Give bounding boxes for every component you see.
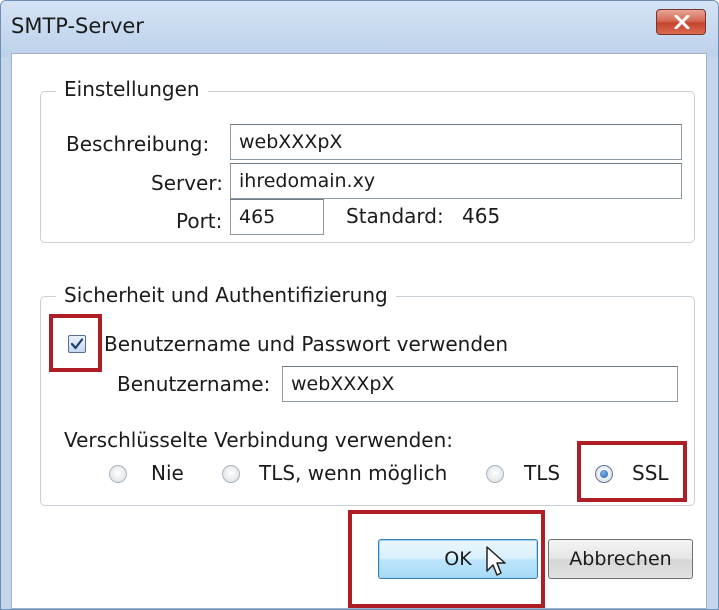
dialog-content: Einstellungen Beschreibung: Server: Port…	[11, 53, 707, 609]
radio-never-label[interactable]: Nie	[151, 461, 184, 485]
username-field[interactable]	[282, 366, 678, 402]
window-title: SMTP-Server	[11, 14, 144, 38]
highlight-ssl	[577, 441, 687, 502]
username-label: Benutzername:	[117, 372, 271, 396]
use-credentials-label[interactable]: Benutzername und Passwort verwenden	[104, 332, 508, 356]
radio-tls-if-possible[interactable]	[222, 465, 240, 483]
close-icon	[674, 15, 690, 29]
radio-tls-label[interactable]: TLS	[524, 461, 560, 485]
highlight-ok-button	[348, 510, 545, 608]
default-port-value: 465	[462, 204, 501, 228]
radio-never[interactable]	[109, 465, 127, 483]
server-label: Server:	[151, 171, 223, 195]
description-label: Beschreibung:	[66, 132, 210, 156]
title-bar[interactable]: SMTP-Server	[1, 1, 718, 57]
port-label: Port:	[176, 209, 223, 233]
server-field[interactable]	[230, 163, 682, 199]
dialog-window: SMTP-Server Einstellungen Beschreibung: …	[0, 0, 719, 610]
description-field[interactable]	[230, 124, 682, 160]
port-field[interactable]	[230, 199, 324, 235]
encryption-label: Verschlüsselte Verbindung verwenden:	[64, 428, 453, 452]
highlight-checkbox	[49, 314, 102, 372]
close-button[interactable]	[656, 9, 706, 35]
cancel-button[interactable]: Abbrechen	[548, 539, 693, 579]
default-port-label: Standard:	[346, 204, 444, 228]
radio-tls-if-possible-label[interactable]: TLS, wenn möglich	[259, 461, 447, 485]
settings-legend: Einstellungen	[56, 77, 208, 101]
security-legend: Sicherheit und Authentifizierung	[56, 283, 396, 307]
radio-tls[interactable]	[486, 465, 504, 483]
